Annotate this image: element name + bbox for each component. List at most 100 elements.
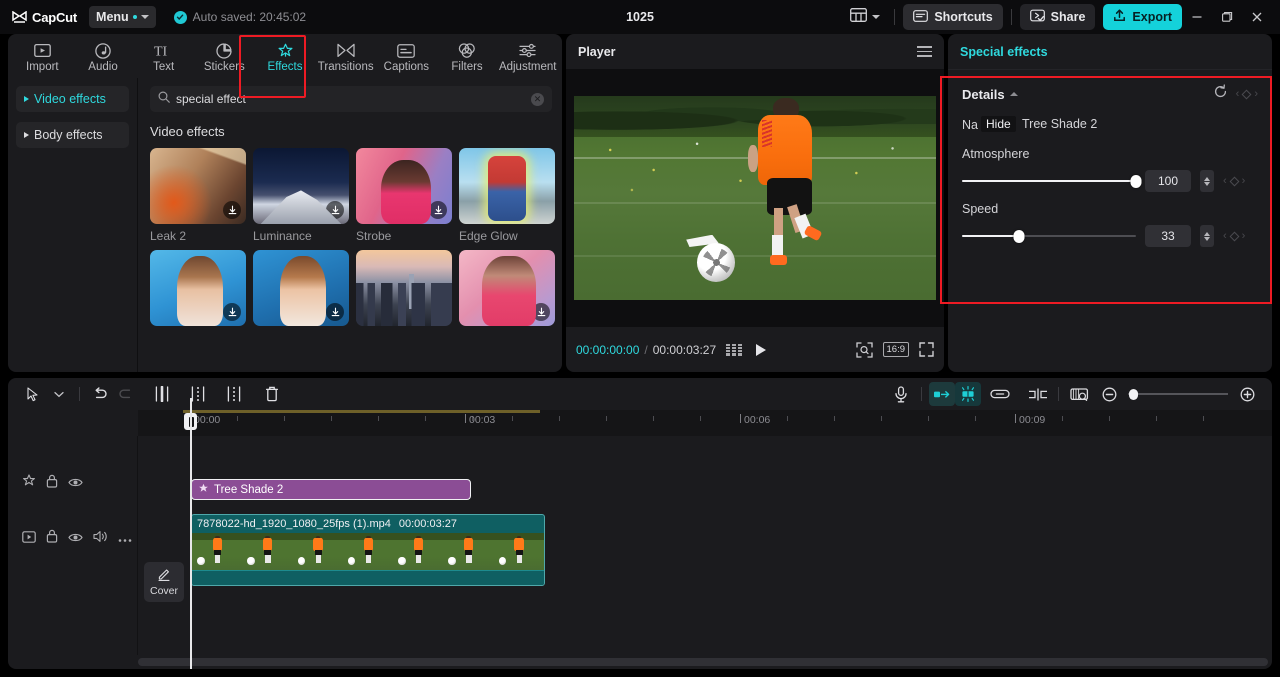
keyframe-nav[interactable]: ‹ › [1236,88,1258,100]
delete-icon[interactable] [259,382,285,406]
export-button[interactable]: Export [1103,4,1182,30]
effect-item[interactable] [253,250,349,326]
microphone-icon[interactable] [888,382,914,406]
keyframe-prev-icon[interactable]: ‹ [1223,230,1227,242]
speed-stepper[interactable] [1200,225,1214,247]
reset-icon[interactable] [1213,84,1228,104]
fullscreen-icon[interactable] [919,342,934,357]
effect-item[interactable] [150,250,246,326]
keyframe-icon[interactable] [955,382,981,406]
speed-slider[interactable] [962,229,1136,243]
effect-item[interactable]: Leak 2 [150,148,246,243]
tab-adjustment[interactable]: Adjustment [497,38,558,78]
play-icon[interactable] [754,343,767,357]
effect-item[interactable]: Edge Glow [459,148,555,243]
effect-thumbnail[interactable] [356,148,452,224]
minimize-button[interactable] [1182,0,1212,34]
effect-thumbnail[interactable] [253,250,349,326]
keyframe-icon[interactable] [1241,89,1252,99]
atmosphere-slider[interactable] [962,174,1142,188]
keyframe-nav[interactable]: ‹ › [1223,230,1245,242]
search-bar[interactable]: ✕ [150,86,552,112]
aspect-ratio-button[interactable]: 16:9 [882,342,909,357]
category-video-effects[interactable]: Video effects [16,86,129,112]
download-icon[interactable] [223,303,241,321]
tab-audio[interactable]: Audio [73,38,134,78]
timeline-ruler[interactable]: 00:00 00:03 00:06 00:09 [8,410,1272,436]
effect-item[interactable] [459,250,555,326]
effect-thumbnail[interactable] [150,148,246,224]
tab-text[interactable]: TI Text [133,38,194,78]
zoom-out-icon[interactable] [1096,382,1122,406]
download-icon[interactable] [326,201,344,219]
download-icon[interactable] [429,201,447,219]
video-icon[interactable] [22,530,36,548]
layout-switcher-button[interactable] [844,5,886,29]
effect-item[interactable]: Strobe [356,148,452,243]
zoom-in-icon[interactable] [1234,382,1260,406]
speed-value-input[interactable]: 33 [1145,225,1191,247]
undo-icon[interactable] [87,382,113,406]
slider-handle[interactable] [1130,174,1142,188]
tab-filters[interactable]: Filters [437,38,498,78]
eye-icon[interactable] [68,475,83,493]
volume-icon[interactable] [93,530,108,548]
clear-search-icon[interactable]: ✕ [531,92,544,106]
effect-item[interactable] [356,250,452,326]
link-icon[interactable] [987,382,1013,406]
chevron-down-icon[interactable] [46,382,72,406]
tab-captions[interactable]: Captions [376,38,437,78]
keyframe-next-icon[interactable]: › [1242,230,1246,242]
crop-icon[interactable] [1066,382,1092,406]
effect-clip[interactable]: Tree Shade 2 [191,479,471,500]
download-icon[interactable] [532,303,550,321]
timeline-horizontal-scrollbar[interactable] [138,658,1268,666]
menu-button[interactable]: Menu [89,6,156,28]
keyframe-icon[interactable] [1229,231,1240,241]
slider-handle[interactable] [1013,229,1025,243]
shortcuts-button[interactable]: Shortcuts [903,4,1003,30]
keyframe-prev-icon[interactable]: ‹ [1223,175,1227,187]
search-input[interactable] [176,92,525,106]
detach-icon[interactable] [1025,382,1051,406]
lock-icon[interactable] [46,529,58,548]
zoom-target-icon[interactable] [855,341,873,358]
tab-transitions[interactable]: Transitions [315,38,376,78]
redo-icon[interactable] [113,382,139,406]
tab-stickers[interactable]: Stickers [194,38,255,78]
effect-thumbnail[interactable] [459,250,555,326]
effect-star-icon[interactable] [22,474,36,493]
keyframe-nav[interactable]: ‹ › [1223,175,1245,187]
effect-item[interactable]: Luminance [253,148,349,243]
keyframe-next-icon[interactable]: › [1242,175,1246,187]
share-button[interactable]: Share [1019,4,1096,30]
maximize-button[interactable] [1212,0,1242,34]
video-preview[interactable] [574,96,936,300]
lock-icon[interactable] [46,474,58,493]
atmosphere-stepper[interactable] [1200,170,1214,192]
tab-effects[interactable]: Effects [255,38,316,78]
keyframe-prev-icon[interactable]: ‹ [1236,88,1240,100]
tab-import[interactable]: Import [12,38,73,78]
download-icon[interactable] [223,201,241,219]
proportion-icon[interactable] [726,343,745,356]
category-body-effects[interactable]: Body effects [16,122,129,148]
split-icon[interactable] [149,382,175,406]
trim-left-icon[interactable] [185,382,211,406]
keyframe-next-icon[interactable]: › [1254,88,1258,100]
player-menu-icon[interactable] [917,46,932,57]
slider-handle[interactable] [1129,388,1138,400]
download-icon[interactable] [326,303,344,321]
select-arrow-icon[interactable] [20,382,46,406]
effect-thumbnail[interactable] [150,250,246,326]
close-button[interactable] [1242,0,1272,34]
keyframe-icon[interactable] [1229,176,1240,186]
effect-thumbnail[interactable] [356,250,452,326]
eye-icon[interactable] [68,530,83,548]
trim-right-icon[interactable] [221,382,247,406]
auto-fill-icon[interactable] [929,382,955,406]
atmosphere-value-input[interactable]: 100 [1145,170,1191,192]
video-clip[interactable]: 7878022-hd_1920_1080_25fps (1).mp4 00:00… [191,514,545,586]
timeline-zoom-slider[interactable] [1128,388,1228,400]
effect-thumbnail[interactable] [459,148,555,224]
